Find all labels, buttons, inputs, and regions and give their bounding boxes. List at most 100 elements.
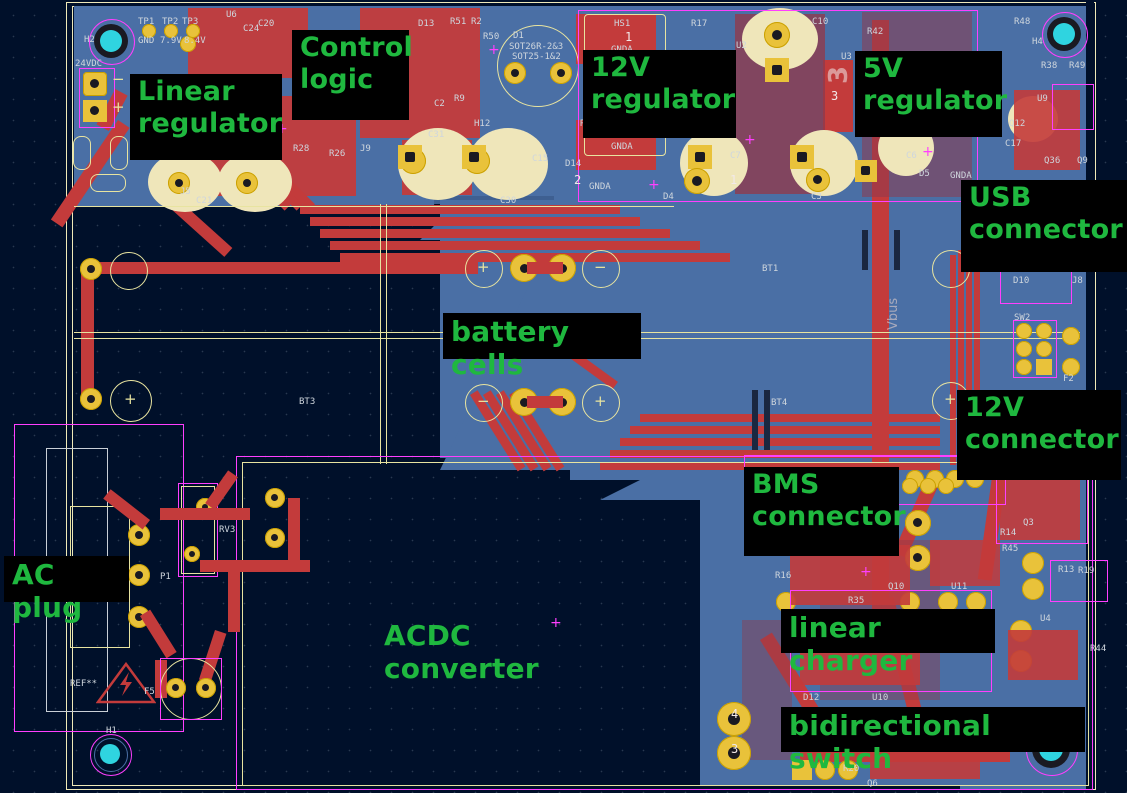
silkscreen-ref: U2 bbox=[736, 41, 747, 51]
battery-plus-bt4: + bbox=[594, 392, 607, 410]
square-pad-hole-1 bbox=[405, 152, 415, 162]
pad-number: 1 bbox=[730, 173, 738, 187]
trace-ac-2 bbox=[160, 508, 250, 520]
silkscreen-ref: D5 bbox=[919, 169, 930, 179]
round-hole-c7 bbox=[692, 176, 702, 186]
sw2-pad-6 bbox=[1036, 359, 1052, 375]
silk-j5-oval-1 bbox=[73, 136, 91, 170]
square-pad-hole-2 bbox=[469, 152, 479, 162]
silkscreen-ref: R17 bbox=[691, 19, 708, 29]
annotation-ac-plug[interactable]: AC plug bbox=[4, 556, 129, 624]
silkscreen-ref: R49 bbox=[1069, 61, 1086, 71]
silk-j5-oval-2 bbox=[110, 136, 128, 170]
trace-ac-4 bbox=[288, 498, 300, 566]
annotation-acdc-converter[interactable]: ACDC converter bbox=[376, 617, 624, 685]
battery-minus-bt1: − bbox=[594, 258, 607, 276]
silkscreen-ref: H2 bbox=[84, 35, 95, 45]
silkscreen-ref: U10 bbox=[872, 693, 889, 703]
silkscreen-ref: BT1 bbox=[762, 264, 779, 274]
silkscreen-ref: R48 bbox=[1014, 17, 1031, 27]
silkscreen-ref: R28 bbox=[293, 144, 310, 154]
silkscreen-ref: 8.4V bbox=[184, 36, 206, 46]
silkscreen-ref: BT3 bbox=[299, 397, 316, 407]
ac-side-hole-2 bbox=[271, 534, 278, 541]
silkscreen-ref: D1 bbox=[513, 31, 524, 41]
silkscreen-ref: 24VDC bbox=[75, 59, 103, 69]
silkscreen-ref: R50 bbox=[483, 32, 500, 42]
annotation-12v-connector[interactable]: 12V connector bbox=[957, 390, 1121, 480]
silkscreen-ref: GND bbox=[138, 36, 155, 46]
sw2-pad-4 bbox=[1036, 341, 1052, 357]
battery-plus-bt1: + bbox=[477, 258, 490, 276]
tht-hole-c21-l bbox=[175, 179, 183, 187]
courtyard-u9 bbox=[1052, 84, 1094, 130]
tht-hole-c21-r bbox=[243, 179, 251, 187]
bms-pin-row-left bbox=[752, 390, 758, 450]
mount-hole-h2 bbox=[100, 30, 122, 52]
silkscreen-ref: J5 bbox=[180, 187, 191, 197]
high-voltage-warning-icon bbox=[96, 662, 156, 704]
silkscreen-ref: C7 bbox=[730, 151, 741, 161]
sw2-pad-3 bbox=[1016, 341, 1032, 357]
silkscreen-ref: RV3 bbox=[219, 525, 236, 535]
bms-pin-row-left-2 bbox=[862, 230, 868, 270]
annotation-battery-cells[interactable]: battery cells bbox=[443, 313, 641, 381]
battery-minus-bt4: − bbox=[477, 392, 490, 410]
pcb-layout-canvas[interactable]: + − − + + + + − + + + + + + 3 Vbus H2 24… bbox=[0, 0, 1127, 793]
silkscreen-ref: Q36 bbox=[1044, 156, 1061, 166]
silkscreen-ref: R26 bbox=[329, 149, 346, 159]
f5-hole-1 bbox=[172, 684, 179, 691]
silkscreen-ref: R42 bbox=[867, 27, 884, 37]
bms-pin-row-right-2 bbox=[894, 230, 900, 270]
silkscreen-ref: R14 bbox=[1000, 528, 1017, 538]
silkscreen-ref: R9 bbox=[454, 94, 465, 104]
square-pad-hole-3 bbox=[772, 65, 782, 75]
silkscreen-ref: Q3 bbox=[1023, 518, 1034, 528]
mount-hole-h1 bbox=[100, 744, 120, 764]
silkscreen-ref: C24 bbox=[243, 24, 260, 34]
silkscreen-ref: U11 bbox=[951, 582, 968, 592]
pad-number: 2 bbox=[574, 173, 582, 187]
charger-pad-8 bbox=[1022, 578, 1044, 600]
silkscreen-ref: Q12 bbox=[1009, 119, 1026, 129]
silkscreen-ref: U9 bbox=[1037, 94, 1048, 104]
silkscreen-ref: C21 bbox=[196, 196, 213, 206]
silkscreen-ref: R2 bbox=[471, 17, 482, 27]
annotation-5v-regulator[interactable]: 5V regulator bbox=[855, 51, 1007, 137]
silkscreen-ref: C20 bbox=[258, 19, 275, 29]
annotation-bms-connector[interactable]: BMS connector bbox=[744, 467, 906, 556]
origin-marker-5: + bbox=[922, 144, 934, 160]
annotation-control-logic[interactable]: Control logic bbox=[292, 30, 413, 120]
annotation-usb-connector[interactable]: USB connector bbox=[961, 180, 1127, 272]
pad-number: 1 bbox=[625, 30, 633, 44]
silkscreen-ref: Q6 bbox=[867, 779, 878, 789]
hole-24vdc-minus bbox=[90, 79, 99, 88]
trace-right-bus-3 bbox=[620, 438, 940, 446]
silkscreen-ref: R35 bbox=[848, 596, 865, 606]
charger-hole-1 bbox=[913, 518, 922, 527]
silkscreen-ref: H12 bbox=[474, 119, 491, 129]
ac-side-hole-1 bbox=[271, 494, 278, 501]
square-pad-hole-5 bbox=[797, 152, 807, 162]
silkscreen-ref: D10 bbox=[1013, 276, 1030, 286]
origin-marker-7: + bbox=[860, 564, 872, 580]
silk-24vdc-minus: − bbox=[112, 70, 125, 88]
trace-ac-5 bbox=[200, 560, 310, 572]
silk-24vdc-plus: + bbox=[112, 98, 125, 116]
silkscreen-ref: GNDA bbox=[611, 142, 633, 152]
annotation-12v-regulator[interactable]: 12V regulator bbox=[583, 50, 736, 138]
sw2-pad-right-1 bbox=[1062, 327, 1080, 345]
annotation-linear-charger[interactable]: linear charger bbox=[781, 609, 995, 677]
pad-number: 3 bbox=[831, 89, 839, 103]
origin-marker-4: + bbox=[648, 177, 660, 193]
annotation-bidirectional-switch[interactable]: bidirectional switch bbox=[781, 707, 1085, 775]
square-pad-hole-4 bbox=[695, 152, 705, 162]
pad-number: 3 bbox=[731, 742, 739, 756]
copper-cluster-left bbox=[188, 8, 308, 78]
annotation-linear-regulator[interactable]: Linear regulator bbox=[130, 74, 282, 160]
battery-hole-bt3-bottom bbox=[87, 395, 95, 403]
ac-plug-hole-1 bbox=[135, 531, 143, 539]
mount-hole-h4 bbox=[1053, 23, 1075, 45]
silkscreen-ref: U6 bbox=[226, 10, 237, 20]
package-number-u3: 3 bbox=[824, 65, 854, 84]
